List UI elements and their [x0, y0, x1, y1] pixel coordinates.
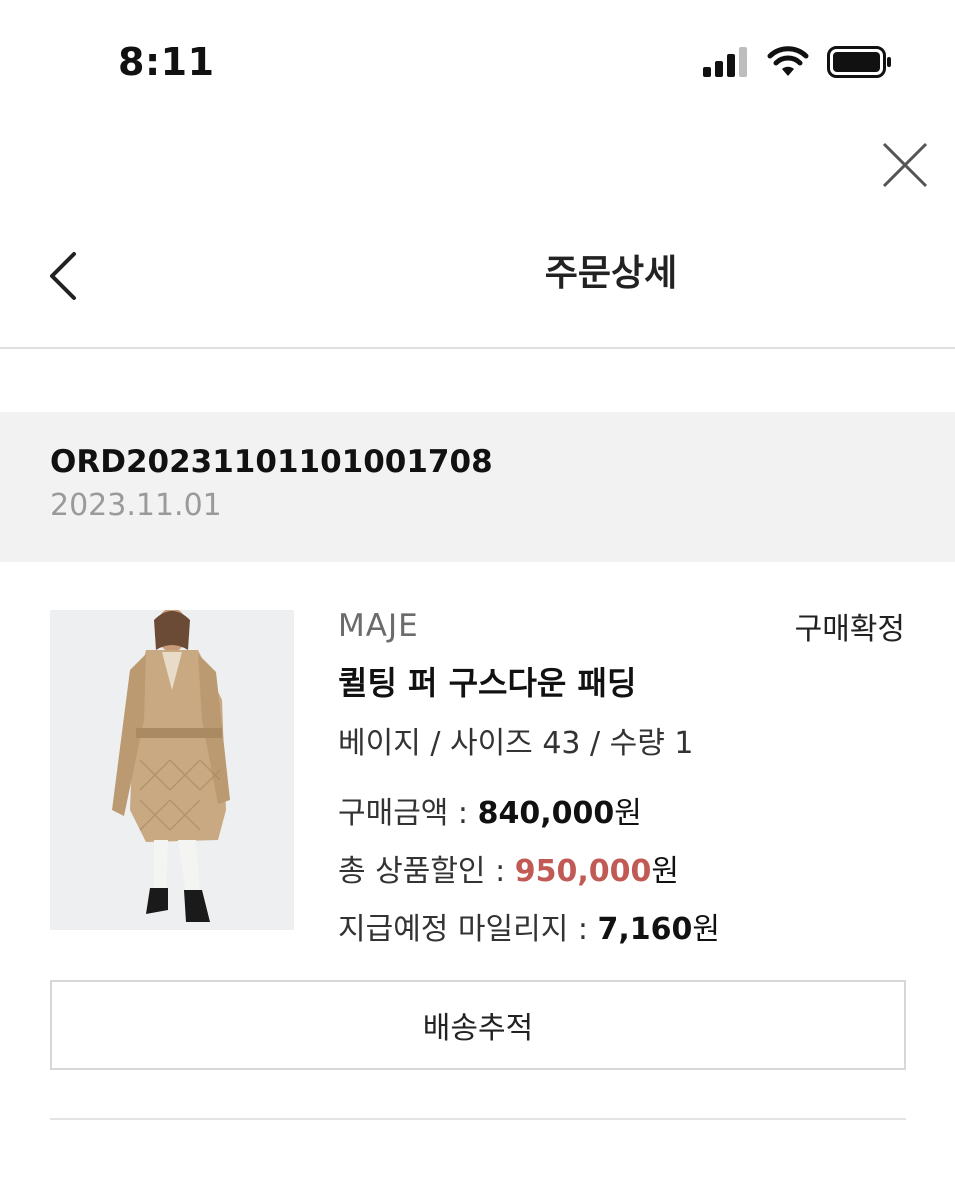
currency-unit: 원: [651, 854, 679, 889]
product-options: 베이지 / 사이즈 43 / 수량 1: [338, 726, 694, 761]
order-summary-band: [0, 412, 955, 562]
discount-value: 950,000: [514, 854, 652, 889]
track-delivery-button[interactable]: 배송추적: [50, 980, 906, 1070]
close-button[interactable]: [880, 140, 930, 190]
purchase-amount-value: 840,000: [477, 796, 615, 831]
currency-unit: 원: [692, 912, 721, 947]
order-number: ORD20231101101001708: [50, 444, 493, 480]
product-image[interactable]: [50, 610, 294, 930]
status-icons: [703, 46, 893, 78]
battery-icon: [827, 46, 891, 78]
purchase-amount-label: 구매금액 :: [338, 796, 478, 831]
header-divider: [0, 347, 955, 349]
product-name[interactable]: 퀼팅 퍼 구스다운 패딩: [338, 658, 636, 704]
signal-icon: [703, 47, 747, 77]
section-divider: [50, 1118, 906, 1120]
product-brand: MAJE: [338, 608, 419, 644]
discount-label: 총 상품할인 :: [338, 854, 515, 889]
page-title: 주문상세: [544, 253, 678, 294]
purchase-amount-row: 구매금액 : 840,000원: [338, 788, 642, 832]
mileage-row: 지급예정 마일리지 : 7,160원: [338, 904, 720, 948]
discount-row: 총 상품할인 : 950,000원: [338, 846, 679, 890]
wifi-icon: [767, 46, 809, 76]
currency-unit: 원: [614, 796, 642, 831]
mileage-label: 지급예정 마일리지 :: [338, 912, 598, 947]
close-icon: [882, 142, 928, 188]
order-status-badge: 구매확정: [794, 612, 905, 647]
order-date: 2023.11.01: [50, 488, 222, 523]
status-time: 8:11: [118, 40, 215, 84]
mileage-value: 7,160: [597, 912, 693, 947]
